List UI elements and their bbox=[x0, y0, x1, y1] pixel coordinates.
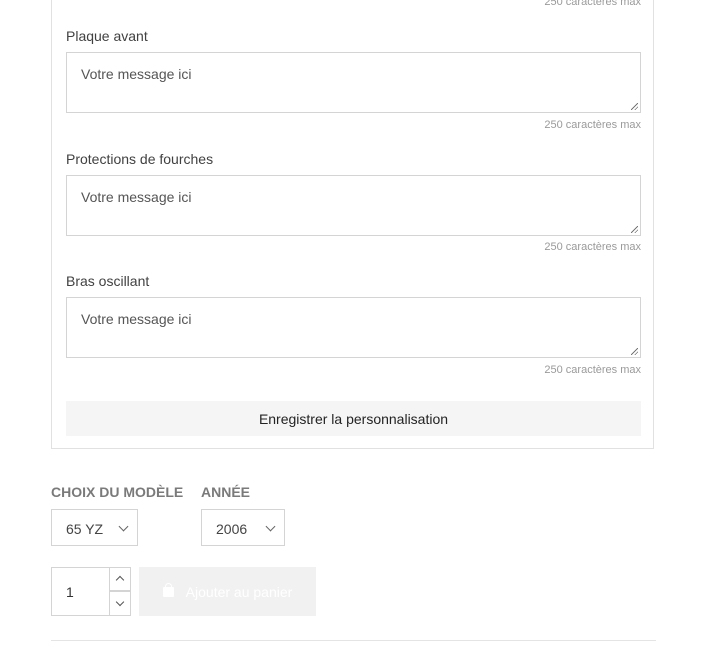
year-select-value: 2006 bbox=[216, 521, 248, 537]
max-chars-hint: 250 caractères max bbox=[544, 364, 641, 376]
quantity-value: 1 bbox=[66, 584, 74, 600]
quantity-increment-button[interactable] bbox=[109, 567, 131, 591]
year-select[interactable]: 2006 bbox=[201, 509, 285, 546]
add-to-cart-label: Ajouter au panier bbox=[185, 583, 293, 600]
shopping-bag-icon bbox=[162, 582, 174, 597]
max-chars-hint: 250 caractères max bbox=[544, 119, 641, 131]
quantity-decrement-button[interactable] bbox=[109, 591, 131, 616]
textarea-protections-fourches[interactable]: Votre message ici bbox=[66, 175, 641, 236]
save-customization-button[interactable]: Enregistrer la personnalisation bbox=[66, 401, 641, 436]
model-select[interactable]: 65 YZ bbox=[51, 509, 138, 546]
chevron-down-icon bbox=[118, 521, 129, 532]
resize-handle-icon[interactable] bbox=[631, 226, 638, 233]
field-label-protections-fourches: Protections de fourches bbox=[66, 151, 214, 167]
model-select-value: 65 YZ bbox=[66, 521, 104, 537]
textarea-placeholder: Votre message ici bbox=[81, 189, 192, 205]
chevron-down-icon bbox=[115, 597, 125, 607]
quantity-input[interactable]: 1 bbox=[51, 567, 110, 616]
year-select-label: ANNÉE bbox=[201, 484, 251, 500]
field-label-plaque-avant: Plaque avant bbox=[66, 28, 148, 44]
chevron-up-icon bbox=[115, 575, 125, 585]
textarea-plaque-avant[interactable]: Votre message ici bbox=[66, 52, 641, 113]
divider bbox=[51, 640, 656, 641]
add-to-cart-button[interactable]: Ajouter au panier bbox=[139, 567, 316, 616]
field-label-bras-oscillant: Bras oscillant bbox=[66, 273, 150, 289]
max-chars-hint: 250 caractères max bbox=[544, 241, 641, 253]
chevron-down-icon bbox=[265, 521, 276, 532]
textarea-placeholder: Votre message ici bbox=[81, 311, 192, 327]
textarea-placeholder: Votre message ici bbox=[81, 66, 192, 82]
textarea-bras-oscillant[interactable]: Votre message ici bbox=[66, 297, 641, 358]
model-select-label: CHOIX DU MODÈLE bbox=[51, 484, 184, 500]
max-chars-hint: 250 caractères max bbox=[544, 0, 641, 8]
resize-handle-icon[interactable] bbox=[631, 103, 638, 110]
resize-handle-icon[interactable] bbox=[631, 348, 638, 355]
